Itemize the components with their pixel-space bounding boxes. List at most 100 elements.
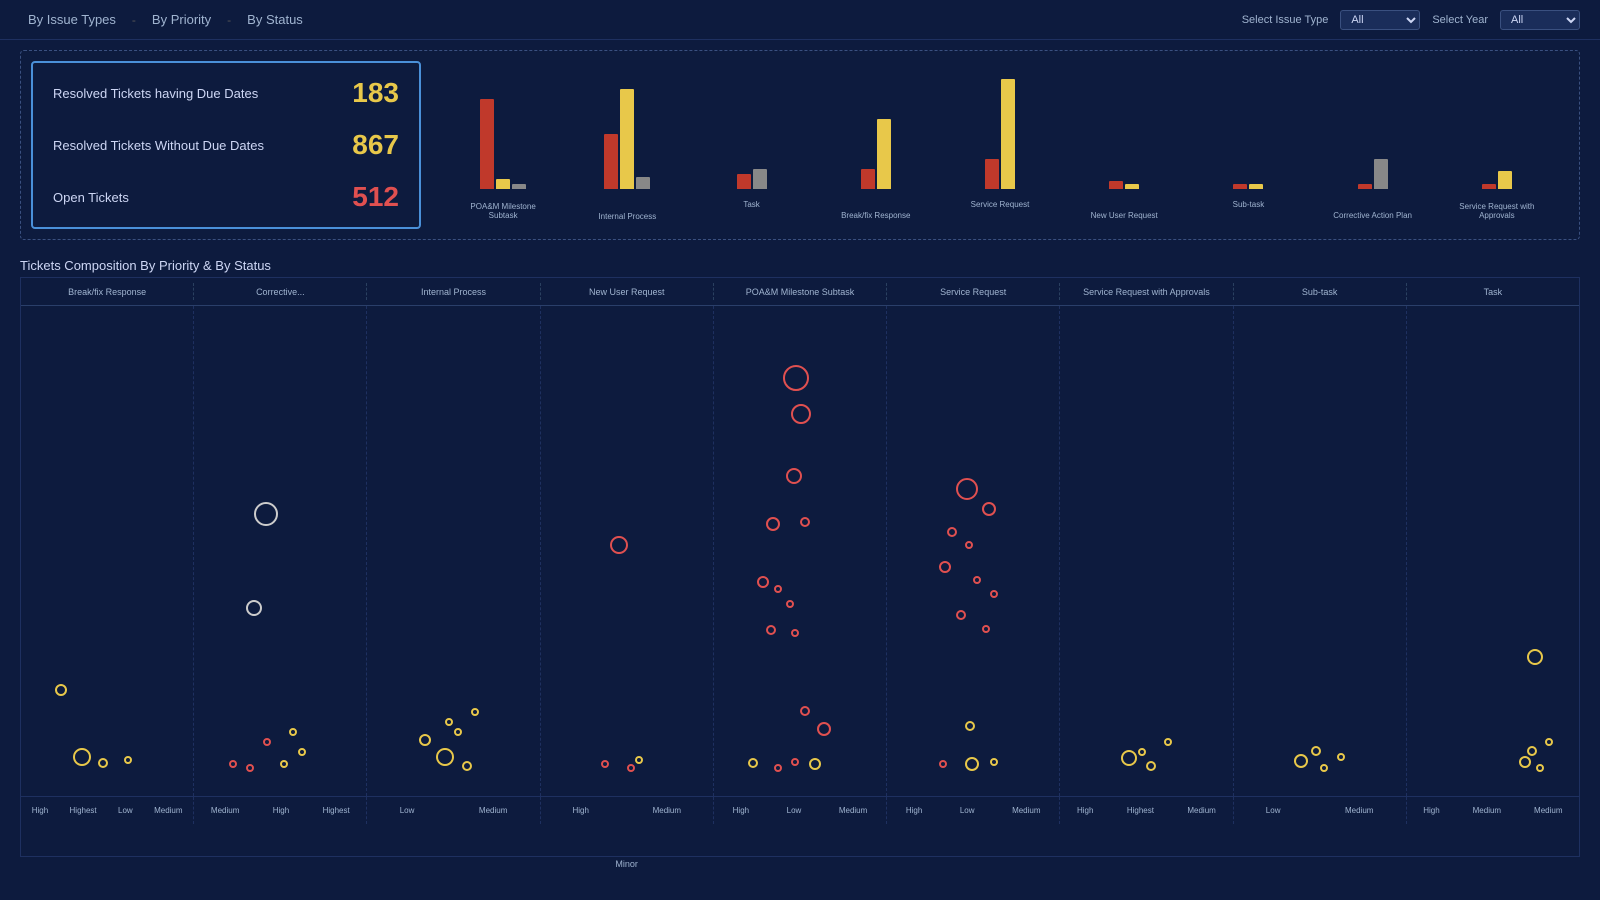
bar-nu-yellow (1125, 184, 1139, 189)
dot-poam-r1 (774, 764, 782, 772)
bar-sra-yellow (1498, 171, 1512, 189)
col-header-newuser: New User Request (541, 283, 714, 300)
dot-sr-1 (956, 478, 978, 500)
nav-tab-priority[interactable]: By Priority (144, 8, 219, 31)
scatter-headers: Break/fix Response Corrective... Interna… (21, 278, 1579, 306)
dot-bf-1 (73, 748, 91, 766)
bar-poam-red (480, 99, 494, 189)
bar-label-poam: POA&M Milestone Subtask (463, 202, 543, 221)
x-label-sr-medium: Medium (1012, 806, 1040, 815)
bar-poam-gray (512, 184, 526, 189)
scatter-container: Break/fix Response Corrective... Interna… (20, 277, 1580, 857)
dot-nu-3 (627, 764, 635, 772)
dot-task-3 (1536, 764, 1544, 772)
dot-nu-4 (635, 756, 643, 764)
dot-poam-9 (766, 625, 776, 635)
nav-tab-status[interactable]: By Status (239, 8, 311, 31)
dot-poam-r4 (800, 706, 810, 716)
dot-int-6 (471, 708, 479, 716)
select-issue-type[interactable]: All (1340, 10, 1420, 30)
bar-group-svcreq: Service Request (938, 71, 1062, 189)
bottom-axis-row: Minor (0, 857, 1600, 875)
summary-label-2: Resolved Tickets Without Due Dates (53, 138, 264, 153)
bar-label-internal: Internal Process (598, 212, 656, 221)
bar-st-red (1233, 184, 1247, 189)
bar-cap-gray (1374, 159, 1388, 189)
bar-internal-red (604, 134, 618, 189)
dot-sra-2 (1146, 761, 1156, 771)
dot-bf-3 (124, 756, 132, 764)
x-label-task-medium: Medium (1473, 806, 1501, 815)
x-label-sra-highest: Highest (1127, 806, 1154, 815)
bar-label-newuser: New User Request (1084, 211, 1164, 221)
select-year[interactable]: All (1500, 10, 1580, 30)
bar-nu-red (1109, 181, 1123, 189)
bar-label-breakfix: Break/fix Response (836, 211, 916, 221)
x-label-corr-highest: Highest (323, 806, 350, 815)
dot-poam-7 (774, 585, 782, 593)
dot-sr-8 (956, 610, 966, 620)
x-label-int-medium: Medium (479, 806, 507, 815)
bar-chart: POA&M Milestone Subtask Internal Process… (421, 61, 1569, 229)
x-label-sra-medium: Medium (1187, 806, 1215, 815)
x-label-corr-medium: Medium (211, 806, 239, 815)
scatter-col-task (1407, 306, 1579, 796)
dot-poam-6 (757, 576, 769, 588)
bar-bf-red (861, 169, 875, 189)
bar-task-gray (753, 169, 767, 189)
dot-st-3 (1311, 746, 1321, 756)
dot-corr-6 (298, 748, 306, 756)
dot-sr-y3 (990, 758, 998, 766)
dot-sr-9 (982, 625, 990, 633)
nav-sep-1: - (132, 13, 136, 27)
x-label-nu-high: High (572, 806, 588, 815)
bar-label-corrective: Corrective Action Plan (1333, 211, 1413, 221)
bar-cap-red (1358, 184, 1372, 189)
dot-corr-5 (280, 760, 288, 768)
dot-nu-1 (610, 536, 628, 554)
bar-group-corrective: Corrective Action Plan (1311, 71, 1435, 189)
bar-group-internal: Internal Process (565, 71, 689, 189)
x-label-sr-low: Low (960, 806, 975, 815)
bar-group-svcapproval: Service Request with Approvals (1435, 71, 1559, 189)
scatter-col-poam (714, 306, 887, 796)
dot-sr-4 (965, 541, 973, 549)
dot-nu-2 (601, 760, 609, 768)
bar-group-task: Task (689, 71, 813, 189)
x-label-bf-low: Low (118, 806, 133, 815)
col-header-task: Task (1407, 283, 1579, 300)
x-label-bf-high: High (32, 806, 48, 815)
x-label-st-medium: Medium (1345, 806, 1373, 815)
dot-poam-1 (783, 365, 809, 391)
x-label-poam-medium: Medium (839, 806, 867, 815)
dot-st-2 (1320, 764, 1328, 772)
x-label-nu-medium: Medium (653, 806, 681, 815)
nav-tab-issue-types[interactable]: By Issue Types (20, 8, 124, 31)
bar-task-red (737, 174, 751, 189)
summary-label-3: Open Tickets (53, 190, 129, 205)
dot-poam-5 (800, 517, 810, 527)
x-label-poam-high: High (733, 806, 749, 815)
dot-sr-3 (947, 527, 957, 537)
dot-int-5 (445, 718, 453, 726)
scatter-col-internal (367, 306, 540, 796)
bar-sra-red (1482, 184, 1496, 189)
x-label-bf-highest: Highest (70, 806, 97, 815)
scatter-col-subtask (1234, 306, 1407, 796)
dot-corr-7 (263, 738, 271, 746)
dot-poam-r3 (817, 722, 831, 736)
x-axis-labels: High Highest Low Medium Medium High High… (21, 796, 1579, 824)
summary-value-1: 183 (352, 77, 399, 109)
dot-sr-5 (939, 561, 951, 573)
scatter-col-breakfix (21, 306, 194, 796)
col-header-poam: POA&M Milestone Subtask (714, 283, 887, 300)
scatter-col-newuser (541, 306, 714, 796)
dot-task-1 (1527, 649, 1543, 665)
bar-st-yellow (1249, 184, 1263, 189)
col-header-corrective: Corrective... (194, 283, 367, 300)
dot-sr-y1 (965, 721, 975, 731)
summary-value-2: 867 (352, 129, 399, 161)
x-label-sra-high: High (1077, 806, 1093, 815)
dot-sr-2 (982, 502, 996, 516)
col-header-svcreq: Service Request (887, 283, 1060, 300)
